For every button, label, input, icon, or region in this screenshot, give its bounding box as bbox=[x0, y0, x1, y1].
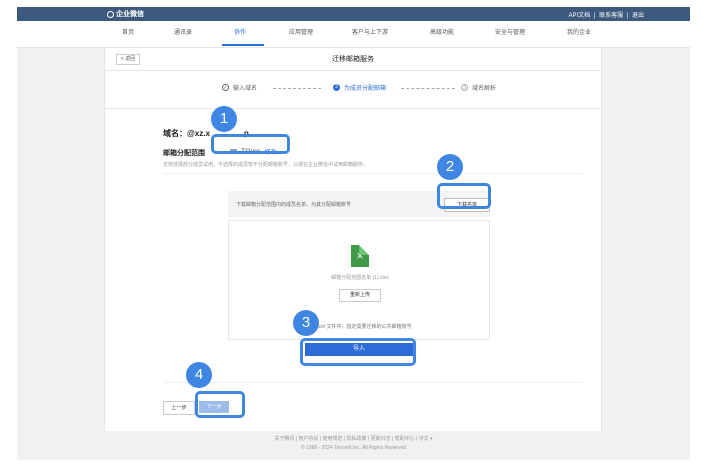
upload-area[interactable]: ✕ 邮箱分配范围名单 (1).xlsx 重新上传 bbox=[228, 220, 490, 340]
step-label: 域名解析 bbox=[472, 86, 497, 92]
nav-my-company[interactable]: 我的企业 bbox=[567, 27, 591, 36]
check-icon: ✓ bbox=[222, 84, 229, 91]
stepper-divider bbox=[105, 108, 601, 109]
step-label: 输入域名 bbox=[233, 86, 258, 92]
highlight-next bbox=[195, 391, 245, 418]
section-divider bbox=[163, 382, 583, 383]
step-label: 为成员分配邮箱 bbox=[344, 86, 387, 92]
api-docs-link[interactable]: API文档 bbox=[568, 13, 590, 19]
top-links: API文档 | 联系客服 | 退出 bbox=[566, 10, 644, 19]
footer-links[interactable]: 关于腾讯 | 用户协议 | 使用规范 | 隐私政策 | 更新日志 | 帮助中心 … bbox=[17, 435, 690, 444]
app-window: 企业微信 API文档 | 联系客服 | 退出 首页 通讯录 协作 应用管理 客户… bbox=[17, 7, 690, 460]
annotation-badge-4: 4 bbox=[186, 362, 212, 388]
step-3: 3 域名解析 bbox=[461, 83, 496, 92]
contact-support-link[interactable]: 联系客服 bbox=[599, 13, 623, 19]
top-bar: 企业微信 API文档 | 联系客服 | 退出 bbox=[17, 7, 690, 21]
nav-contacts[interactable]: 通讯录 bbox=[174, 27, 192, 36]
annotation-badge-3: 3 bbox=[293, 310, 319, 336]
prev-step-button[interactable]: 上一步 bbox=[163, 401, 195, 415]
nav-advanced[interactable]: 高级功能 bbox=[430, 27, 454, 36]
nav-active-indicator bbox=[222, 44, 264, 46]
main-nav: 首页 通讯录 协作 应用管理 客户与上下游 高级功能 安全与管理 我的企业 bbox=[17, 21, 690, 48]
highlight-import bbox=[300, 338, 416, 366]
nav-app-management[interactable]: 应用管理 bbox=[289, 27, 313, 36]
download-bar-text: 下载邮箱分配范围内的成员名单，为其分配邮箱账号 bbox=[236, 202, 352, 208]
scope-label: 邮箱分配范围 bbox=[163, 150, 205, 157]
domain-text: 域名：@xz.x bbox=[163, 129, 210, 138]
step-connector bbox=[401, 88, 455, 89]
step-1: ✓ 输入域名 bbox=[222, 83, 257, 92]
nav-security[interactable]: 安全与管理 bbox=[495, 27, 525, 36]
excel-file-icon: ✕ bbox=[351, 245, 369, 267]
page-title: 迁移邮箱服务 bbox=[332, 56, 374, 63]
section-divider bbox=[163, 173, 583, 174]
nav-collaboration[interactable]: 协作 bbox=[234, 27, 246, 36]
excel-note: 在 Excel 文件中，指定需要迁移的公共邮箱账号 bbox=[306, 324, 412, 330]
step-connector bbox=[273, 88, 321, 89]
step-number: 3 bbox=[461, 84, 468, 91]
stepper: ✓ 输入域名 2 为成员分配邮箱 3 域名解析 bbox=[105, 81, 601, 95]
logout-link[interactable]: 退出 bbox=[632, 13, 644, 19]
annotation-badge-2: 2 bbox=[437, 154, 463, 180]
step-number: 2 bbox=[333, 84, 340, 91]
migration-panel: < 返回 迁移邮箱服务 ✓ 输入域名 2 为成员分配邮箱 3 域名解析 域名：@… bbox=[104, 48, 602, 431]
file-name: 邮箱分配范围名单 (1).xlsx bbox=[331, 275, 389, 281]
header-divider bbox=[105, 70, 601, 71]
link-separator: | bbox=[593, 13, 596, 19]
step-2: 2 为成员分配邮箱 bbox=[333, 83, 386, 92]
nav-home[interactable]: 首页 bbox=[122, 27, 134, 36]
brand-logo[interactable]: 企业微信 bbox=[107, 9, 144, 19]
brand-name: 企业微信 bbox=[116, 11, 144, 18]
footer: 关于腾讯 | 用户协议 | 使用规范 | 隐私政策 | 更新日志 | 帮助中心 … bbox=[17, 435, 690, 453]
highlight-download bbox=[437, 183, 491, 209]
nav-customers[interactable]: 客户与上下游 bbox=[352, 27, 388, 36]
wecom-logo-icon bbox=[107, 10, 114, 18]
highlight-scope bbox=[211, 134, 290, 154]
reupload-button[interactable]: 重新上传 bbox=[339, 289, 381, 302]
annotation-badge-1: 1 bbox=[211, 106, 237, 132]
link-separator: | bbox=[626, 13, 629, 19]
copyright: © 1998 - 2024 Tencent Inc. All Rights Re… bbox=[300, 445, 407, 451]
scope-hint: 支持选择部分成员试用，不选择的成员暂不分配邮箱账号，以便在企业微信中试用邮箱服务… bbox=[163, 162, 369, 168]
